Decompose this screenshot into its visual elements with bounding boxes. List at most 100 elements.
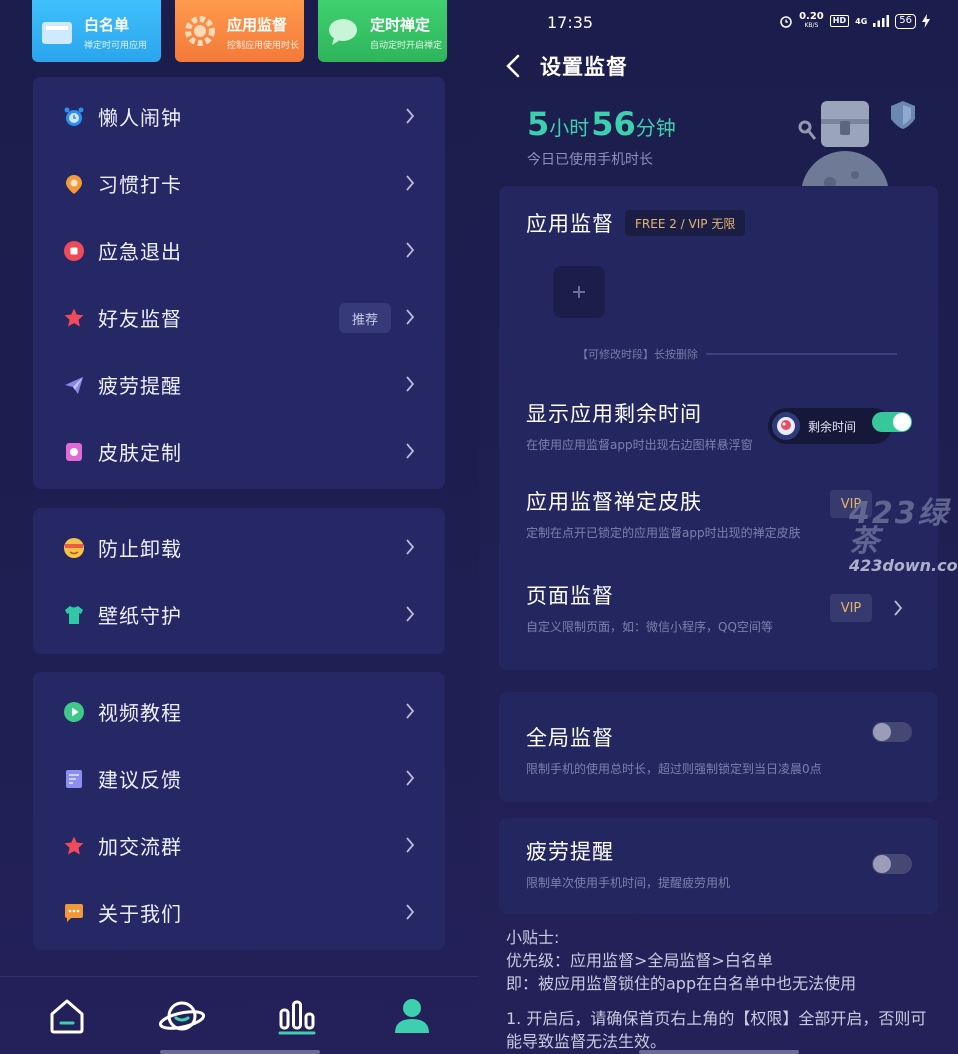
show-remaining-toggle[interactable]	[872, 412, 912, 432]
menu-item-label: 好友监督	[98, 307, 182, 331]
alarm-clock-icon	[64, 107, 84, 126]
menu-item-lazy-alarm[interactable]: 懒人闹钟	[33, 83, 445, 150]
fatigue-toggle[interactable]	[872, 854, 912, 874]
menu-item-label: 加交流群	[98, 835, 182, 859]
menu-item-label: 壁纸守护	[98, 604, 182, 628]
menu-item-label: 视频教程	[98, 701, 182, 725]
net-speed: 0.20 KB/S	[799, 12, 824, 30]
chevron-right-icon	[406, 904, 415, 920]
page-vip-badge: VIP	[830, 594, 872, 622]
show-remaining-desc: 在使用应用监督app时出现右边图样悬浮窗	[526, 438, 753, 452]
add-app-button[interactable]	[553, 266, 605, 318]
menu-item-label: 关于我们	[98, 902, 182, 926]
nav-discover[interactable]	[154, 988, 210, 1044]
back-button[interactable]	[499, 50, 527, 82]
nav-profile[interactable]	[384, 988, 440, 1044]
menu-item-habit-checkin[interactable]: 习惯打卡	[33, 150, 445, 217]
chevron-right-icon	[406, 770, 415, 786]
toggle-knob	[873, 723, 891, 741]
global-supervise-toggle[interactable]	[872, 722, 912, 742]
astronaut-icon	[777, 417, 795, 435]
right-screen: 17:35 0.20 KB/S HD 4G 56 设置监督 5 小时 56 分钟…	[479, 0, 958, 1054]
skin-icon	[66, 442, 82, 461]
global-supervise-panel: 全局监督 限制手机的使用总时长，超过则强制锁定到当日凌晨0点	[499, 692, 938, 802]
fatigue-panel: 疲劳提醒 限制单次使用手机时间，提醒疲劳用机	[499, 818, 938, 914]
edit-hint-text: 【可修改时段】长按删除	[577, 348, 698, 361]
tips-heading: 小贴士:	[506, 928, 560, 947]
menu-item-wallpaper-guard[interactable]: 壁纸守护	[33, 581, 445, 648]
chevron-right-icon[interactable]	[893, 599, 903, 617]
menu-item-fatigue-reminder[interactable]: 疲劳提醒	[33, 351, 445, 418]
menu-item-friend-supervise[interactable]: 好友监督 推荐	[33, 284, 445, 351]
stats-icon	[278, 1000, 316, 1034]
chevron-right-icon	[406, 242, 415, 258]
page-title: 设置监督	[540, 55, 628, 79]
menu-item-feedback[interactable]: 建议反馈	[33, 745, 445, 812]
menu-item-skin-custom[interactable]: 皮肤定制	[33, 418, 445, 485]
page-supervise-row[interactable]: 页面监督 自定义限制页面，如：微信小程序，QQ空间等	[526, 580, 773, 635]
recommend-badge: 推荐	[339, 303, 391, 333]
watermark-url: 423down.com	[849, 556, 958, 575]
menu-item-prevent-uninstall[interactable]: 防止卸载	[33, 514, 445, 581]
usage-minutes-unit: 分钟	[635, 116, 676, 140]
home-indicator	[160, 1050, 320, 1054]
menu-item-emergency-exit[interactable]: 应急退出	[33, 217, 445, 284]
gear-icon	[185, 16, 215, 46]
signal-bars-icon	[873, 15, 890, 27]
edit-note-icon	[66, 769, 82, 788]
menu-item-label: 防止卸载	[98, 537, 182, 561]
whitelist-card-title: 白名单	[84, 16, 130, 34]
nav-stats[interactable]	[269, 988, 325, 1044]
status-bar: 17:35 0.20 KB/S HD 4G 56	[479, 0, 958, 46]
menu-item-label: 懒人闹钟	[98, 106, 182, 130]
skin-title: 应用监督禅定皮肤	[526, 490, 702, 514]
chevron-right-icon	[406, 539, 415, 555]
menu-card-2: 防止卸载 壁纸守护	[33, 508, 445, 654]
whitelist-card[interactable]: 白名单 禅定时可用应用	[32, 0, 161, 62]
page-supervise-desc: 自定义限制页面，如：微信小程序，QQ空间等	[526, 620, 773, 634]
net-speed-unit: KB/S	[804, 22, 819, 29]
fatigue-desc: 限制单次使用手机时间，提醒疲劳用机	[526, 876, 731, 890]
alarm-icon	[780, 16, 792, 28]
menu-item-label: 习惯打卡	[98, 173, 182, 197]
status-icons: 0.20 KB/S HD 4G 56	[779, 12, 930, 30]
menu-item-join-group[interactable]: 加交流群	[33, 812, 445, 879]
tips-section: 小贴士: 优先级：应用监督>全局监督>白名单 即：被应用监督锁住的app在白名单…	[506, 926, 956, 1053]
menu-item-about-us[interactable]: 关于我们	[33, 879, 445, 946]
stop-icon	[64, 240, 84, 261]
chevron-right-icon	[406, 443, 415, 459]
global-supervise-row: 全局监督 限制手机的使用总时长，超过则强制锁定到当日凌晨0点	[526, 722, 822, 777]
app-supervise-panel: 应用监督 FREE 2 / VIP 无限 【可修改时段】长按删除 显示应用剩余时…	[499, 186, 938, 670]
whitelist-card-icon	[42, 22, 72, 44]
app-supervise-card[interactable]: 应用监督 控制应用使用时长	[175, 0, 304, 62]
chat-icon	[329, 19, 357, 45]
nav-home[interactable]	[39, 988, 95, 1044]
chevron-right-icon	[406, 606, 415, 622]
bottom-navigation	[0, 976, 479, 1054]
global-supervise-title: 全局监督	[526, 726, 614, 750]
usage-time: 5 小时 56 分钟	[527, 105, 678, 143]
app-supervise-header: 应用监督	[526, 208, 614, 238]
usage-minutes: 56	[591, 105, 636, 143]
menu-item-label: 应急退出	[98, 240, 182, 264]
menu-item-label: 疲劳提醒	[98, 374, 182, 398]
status-time: 17:35	[547, 13, 594, 32]
show-remaining-row: 显示应用剩余时间 在使用应用监督app时出现右边图样悬浮窗	[526, 398, 753, 453]
menu-item-video-tutorial[interactable]: 视频教程	[33, 678, 445, 745]
tshirt-icon	[65, 605, 83, 624]
site-watermark: 423绿茶 423down.com	[849, 499, 958, 576]
scheduled-focus-card[interactable]: 定时禅定 自动定时开启禅定	[318, 0, 447, 62]
charging-icon	[922, 14, 930, 28]
global-supervise-desc: 限制手机的使用总时长，超过则强制锁定到当日凌晨0点	[526, 762, 822, 776]
usage-summary: 5 小时 56 分钟 今日已使用手机时长	[527, 105, 678, 169]
app-supervise-card-title: 应用监督	[227, 16, 288, 34]
scheduled-focus-card-title: 定时禅定	[370, 16, 431, 34]
usage-caption: 今日已使用手机时长	[527, 152, 653, 168]
fatigue-row: 疲劳提醒 限制单次使用手机时间，提醒疲劳用机	[526, 836, 730, 891]
skin-desc: 定制在点开已锁定的应用监督app时出现的禅定皮肤	[526, 526, 801, 540]
chevron-right-icon	[406, 837, 415, 853]
usage-hours: 5	[527, 105, 550, 143]
app-supervise-card-subtitle: 控制应用使用时长	[227, 41, 300, 51]
tips-line: 即：被应用监督锁住的app在白名单中也无法使用	[506, 974, 857, 993]
skin-row[interactable]: 应用监督禅定皮肤 定制在点开已锁定的应用监督app时出现的禅定皮肤	[526, 486, 801, 541]
